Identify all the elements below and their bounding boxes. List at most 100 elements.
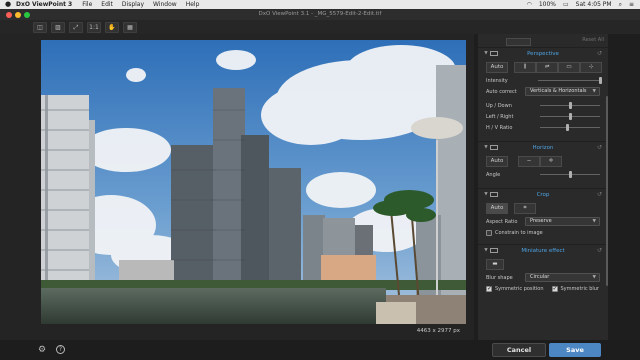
horizon-line-icon: ─ [527, 157, 531, 164]
help-icon[interactable]: ? [56, 345, 65, 354]
crop-section-header[interactable]: ▼ Crop ↺ [478, 188, 608, 200]
miniature-section-header[interactable]: ▼ Miniature effect ↺ [478, 244, 608, 256]
miniature-title: Miniature effect [521, 247, 565, 254]
left-right-slider[interactable] [540, 113, 600, 120]
window-close-button[interactable] [6, 12, 12, 18]
intensity-slider[interactable] [538, 77, 602, 84]
save-button[interactable]: Save [549, 343, 601, 357]
grid-icon: ▦ [127, 23, 133, 31]
hv-ratio-slider[interactable] [540, 124, 600, 131]
up-down-label: Up / Down [486, 102, 512, 109]
crop-title: Crop [536, 191, 550, 198]
hv-ratio-row: H / V Ratio [478, 122, 608, 133]
menu-bar: ● DxO ViewPoint 3 File Edit Display Wind… [0, 0, 640, 9]
rectangle-icon: ▭ [566, 63, 572, 70]
crop-manual-button[interactable]: ⌗ [514, 202, 536, 214]
up-down-slider-knob[interactable] [568, 102, 572, 109]
vertical-mode-button[interactable]: ⫼ [514, 61, 536, 73]
image-dimensions: 4463 x 2977 px [416, 328, 460, 334]
constrain-checkbox[interactable] [486, 229, 492, 236]
menu-file[interactable]: File [82, 0, 92, 9]
menu-help[interactable]: Help [186, 0, 200, 9]
symmetric-blur-checkbox[interactable] [551, 285, 558, 292]
intensity-slider-knob[interactable] [598, 77, 602, 84]
hand-tool-button[interactable]: ✋ [105, 21, 119, 33]
panel-tab-switch[interactable] [506, 38, 531, 46]
menu-window[interactable]: Window [153, 0, 177, 9]
horizon-auto-button[interactable]: Auto [486, 155, 508, 167]
left-right-slider-knob[interactable] [568, 113, 572, 120]
chevron-down-icon: ▼ [592, 219, 596, 224]
wifi-icon[interactable]: ◠ [527, 0, 532, 9]
menu-edit[interactable]: Edit [101, 0, 113, 9]
aspect-ratio-label: Aspect Ratio [486, 218, 518, 225]
crop-reset-icon[interactable]: ↺ [597, 191, 602, 198]
auto-correct-select[interactable]: Verticals & Horizontals ▼ [525, 87, 600, 96]
horizon-section-header[interactable]: ▼ Horizon ↺ [478, 141, 608, 153]
miniature-reset-icon[interactable]: ↺ [597, 247, 602, 254]
horizon-title: Horizon [532, 144, 554, 151]
window-title: DxO ViewPoint 3.1 - _MG_5579-Edit-2-Edit… [258, 11, 382, 17]
horizon-reset-icon[interactable]: ↺ [597, 144, 602, 151]
menu-display[interactable]: Display [122, 0, 144, 9]
menu-app-name[interactable]: DxO ViewPoint 3 [16, 0, 72, 9]
perspective-reset-icon[interactable]: ↺ [597, 50, 602, 57]
spotlight-icon[interactable]: ⌕ [619, 0, 622, 9]
up-down-row: Up / Down [478, 100, 608, 111]
horizontal-lines-icon: ⇌ [544, 63, 550, 70]
window-zoom-button[interactable] [24, 12, 30, 18]
photo-preview[interactable] [41, 40, 466, 324]
notification-center-icon[interactable]: ≡ [629, 0, 634, 9]
eight-point-mode-button[interactable]: ⊹ [580, 61, 602, 73]
settings-panel: Reset All ▼ Perspective ↺ Auto ⫼ ⇌ ▭ ⊹ I… [478, 34, 608, 340]
angle-slider-knob[interactable] [568, 171, 572, 178]
building-left [41, 95, 95, 295]
aspect-ratio-value: Preserve [530, 218, 552, 224]
angle-row: Angle [478, 169, 608, 180]
hv-ratio-label: H / V Ratio [486, 124, 513, 131]
aspect-ratio-row: Aspect Ratio Preserve ▼ [478, 216, 608, 227]
crop-auto-button[interactable]: Auto [486, 202, 508, 214]
window-minimize-button[interactable] [15, 12, 21, 18]
horizon-line-button[interactable]: ─ [518, 155, 540, 167]
horizon-modes: Auto ─ ✛ [478, 153, 608, 169]
perspective-auto-button[interactable]: Auto [486, 61, 508, 73]
miniature-mode-button[interactable]: ▬ [486, 258, 504, 270]
aspect-ratio-select[interactable]: Preserve ▼ [525, 217, 600, 226]
intensity-label: Intensity [486, 77, 508, 84]
constrain-label: Constrain to image [495, 229, 543, 236]
horizon-crosshair-button[interactable]: ✛ [540, 155, 562, 167]
perspective-section-header[interactable]: ▼ Perspective ↺ [478, 47, 608, 59]
symmetric-blur-label: Symmetric blur [560, 285, 599, 292]
before-after-icon: ▨ [55, 23, 61, 31]
before-after-button[interactable]: ▨ [51, 21, 65, 33]
compare-view-button[interactable]: ◫ [33, 21, 47, 33]
menu-clock[interactable]: Sat 4:05 PM [576, 0, 612, 9]
battery-icon[interactable]: ▭ [563, 0, 569, 9]
fit-to-screen-button[interactable]: ⤢ [69, 21, 83, 33]
symmetric-row: Symmetric position Symmetric blur [478, 283, 608, 294]
angle-slider[interactable] [540, 171, 600, 178]
blur-shape-row: Blur shape Circular ▼ [478, 272, 608, 283]
window-title-bar: DxO ViewPoint 3.1 - _MG_5579-Edit-2-Edit… [0, 9, 640, 20]
reset-all-button[interactable]: Reset All [582, 37, 604, 43]
hand-icon: ✋ [108, 23, 116, 31]
perspective-modes: Auto ⫼ ⇌ ▭ ⊹ [478, 59, 608, 75]
up-down-slider[interactable] [540, 102, 600, 109]
apple-icon[interactable]: ● [0, 0, 16, 9]
settings-sliders-icon[interactable]: ⚙ [38, 345, 46, 355]
cancel-button[interactable]: Cancel [492, 343, 546, 357]
panel-scrollbar[interactable] [606, 96, 608, 286]
horizontal-mode-button[interactable]: ⇌ [536, 61, 558, 73]
blur-zone-icon: ▬ [492, 260, 498, 267]
grid-button[interactable]: ▦ [123, 21, 137, 33]
hv-ratio-slider-knob[interactable] [565, 124, 569, 131]
toolbar: ◫ ▨ ⤢ 1:1 ✋ ▦ [0, 20, 640, 34]
blur-shape-select[interactable]: Circular ▼ [525, 273, 600, 282]
symmetric-position-checkbox[interactable] [486, 285, 492, 292]
panel-top-bar: Reset All [478, 34, 608, 47]
left-right-row: Left / Right [478, 111, 608, 122]
zoom-1-1-button[interactable]: 1:1 [87, 21, 101, 33]
corners-icon: ⊹ [588, 63, 594, 70]
rectangle-mode-button[interactable]: ▭ [558, 61, 580, 73]
